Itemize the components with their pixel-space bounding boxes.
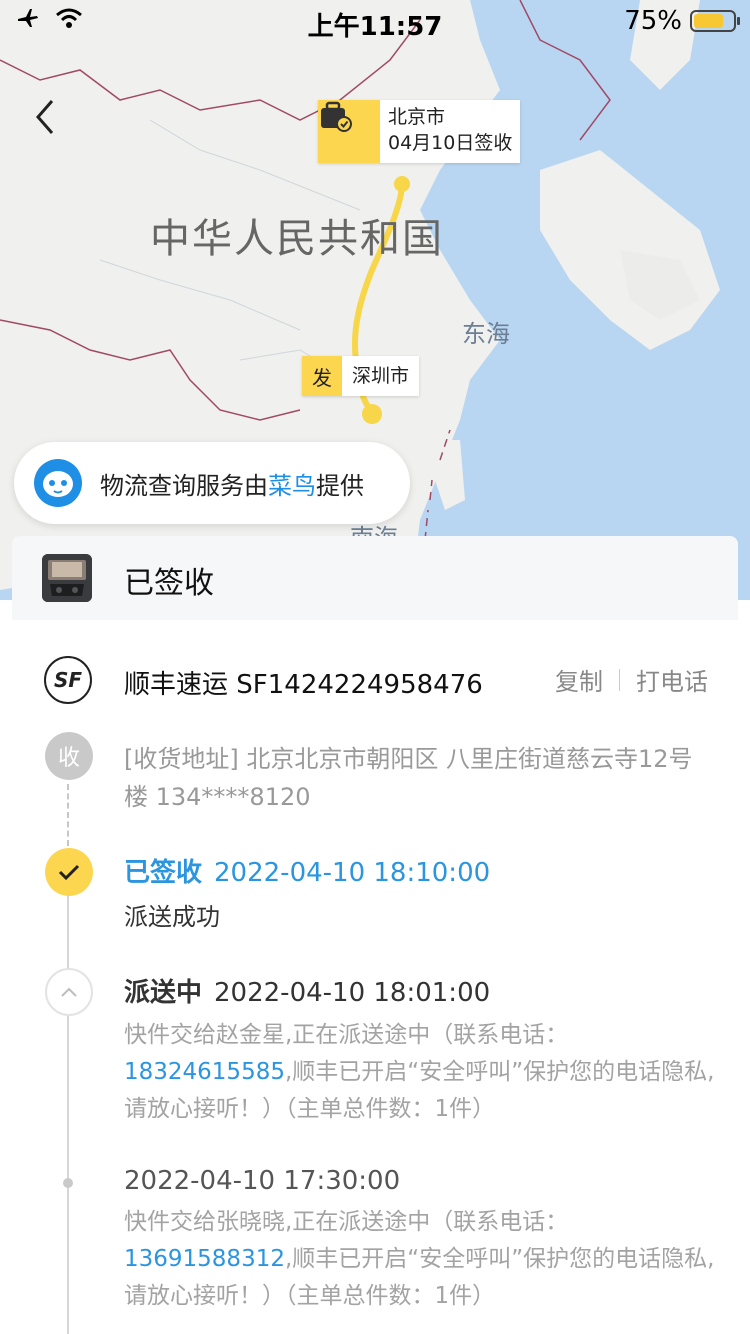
provider-name-link[interactable]: 菜鸟: [268, 472, 316, 500]
event-desc: 快件交给张晓晓,正在派送途中（联系电话：13691588312,顺丰已开启“安全…: [124, 1204, 716, 1315]
provider-text: 物流查询服务由菜鸟提供: [100, 466, 364, 501]
product-thumbnail[interactable]: [42, 554, 92, 602]
delivery-address: [收货地址] 北京北京市朝阳区 八里庄街道慈云寺12号楼 134****8120: [124, 745, 693, 811]
map-country-label: 中华人民共和国: [150, 216, 444, 262]
timeline-dot: [63, 1178, 73, 1188]
status-bar: 上午11:57 75%: [0, 0, 750, 42]
event-title: 已签收: [124, 858, 203, 888]
call-button[interactable]: 打电话: [636, 662, 708, 697]
event-time: 2022-04-10 18:10:00: [214, 858, 491, 888]
courier-phone-link[interactable]: 13691588312: [124, 1246, 285, 1272]
collapse-chevron-up-icon[interactable]: [45, 968, 93, 1016]
event-desc-text: 快件交给赵金星,正在派送途中（联系电话：: [124, 1022, 569, 1048]
provider-prefix: 物流查询服务由: [100, 471, 268, 500]
tracking-number: SF1424224958476: [236, 670, 483, 700]
timeline-event: 2022-04-10 17:30:00 快件交给张晓晓,正在派送途中（联系电话：…: [124, 1166, 716, 1315]
carrier-tracking-line: 顺丰速运 SF1424224958476: [124, 664, 483, 701]
address-icon: 收: [45, 732, 93, 780]
battery-icon: [690, 10, 740, 32]
cainiao-logo-icon: [34, 459, 82, 507]
timeline-connector-dashed: [67, 784, 69, 846]
destination-city: 北京市: [388, 106, 446, 128]
package-status: 已签收: [124, 566, 214, 601]
destination-marker[interactable]: 北京市 04月10日签收: [318, 100, 521, 163]
map-sea-label-east: 东海: [462, 320, 510, 348]
event-title: 派送中: [124, 978, 203, 1008]
battery-percent: 75%: [624, 6, 682, 36]
back-button[interactable]: [28, 95, 68, 139]
actions-divider: [619, 668, 620, 691]
carrier-name: 顺丰速运: [124, 670, 229, 700]
logistics-screen: 中华人民共和国 东海 南海 北京市 04月10日签收 发 深圳市: [0, 0, 750, 1334]
event-time: 2022-04-10 18:01:00: [214, 978, 491, 1008]
event-time: 2022-04-10 17:30:00: [124, 1166, 401, 1196]
origin-city: 深圳市: [342, 356, 420, 396]
courier-phone-link[interactable]: 18324615585: [124, 1059, 285, 1085]
event-desc: 快件交给赵金星,正在派送途中（联系电话：18324615585,顺丰已开启“安全…: [124, 1017, 716, 1128]
sf-express-logo-icon: SF: [44, 656, 92, 704]
package-status-header: 已签收: [12, 536, 738, 620]
timeline-event-delivering: 派送中 2022-04-10 18:01:00 快件交给赵金星,正在派送途中（联系…: [124, 972, 716, 1128]
provider-suffix: 提供: [316, 471, 364, 500]
timeline-event-signed: 已签收 2022-04-10 18:10:00 派送成功: [124, 852, 716, 936]
origin-marker[interactable]: 发 深圳市: [302, 356, 420, 396]
event-desc: 派送成功: [124, 903, 220, 931]
delivered-box-icon: [318, 100, 380, 163]
chevron-left-icon: [36, 100, 54, 134]
checkmark-icon: [45, 848, 93, 896]
tracking-detail-panel: SF 顺丰速运 SF1424224958476 复制 打电话 收 [收货地址] …: [12, 620, 738, 1334]
destination-status: 04月10日签收: [388, 132, 513, 154]
timeline-connector: [67, 896, 69, 1334]
shipment-actions: 复制 打电话: [555, 662, 708, 697]
provider-banner[interactable]: 物流查询服务由菜鸟提供: [14, 442, 410, 524]
origin-tag: 发: [302, 356, 342, 396]
copy-button[interactable]: 复制: [555, 662, 603, 697]
event-desc-text: 快件交给张晓晓,正在派送途中（联系电话：: [124, 1209, 569, 1235]
